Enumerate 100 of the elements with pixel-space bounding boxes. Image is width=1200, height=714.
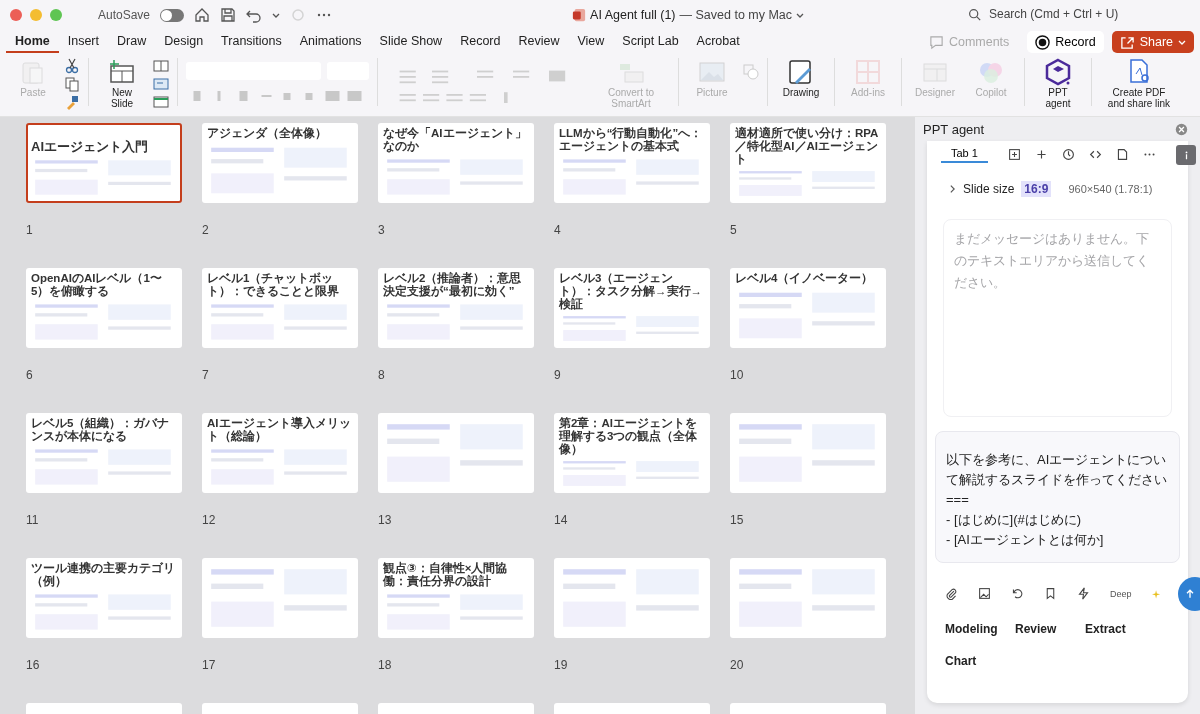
reset-icon[interactable] [1011, 587, 1024, 600]
slide-thumbnail[interactable]: レベル2（推論者）：意思決定支援が“最初に効く” [378, 268, 534, 348]
slide-thumbnail[interactable]: AIエージェント入門 [26, 123, 182, 203]
save-icon[interactable] [220, 7, 237, 23]
slide-title: 観点③：自律性×人間協働：責任分界の設計 [383, 562, 509, 588]
slide-size-label: Slide size [963, 182, 1015, 196]
slide-title: レベル3（エージェント）：タスク分解→実行→検証 [559, 272, 703, 311]
close-window-button[interactable] [10, 9, 22, 21]
slide-title: OpenAIのAIレベル（1〜5）を俯瞰する [31, 272, 163, 298]
save-status[interactable]: — Saved to my Mac [679, 8, 793, 22]
ribbon-tab[interactable]: Home [6, 31, 59, 53]
slide-thumbnail[interactable]: 適材適所で使い分け：RPA／特化型AI／AIエージェント [730, 123, 886, 203]
new-slide-icon [108, 58, 136, 86]
scissors-icon[interactable] [64, 58, 80, 74]
section-icon[interactable] [153, 94, 169, 110]
slide-thumbnail[interactable]: レベル1（チャットボット）：できることと限界 [202, 268, 358, 348]
slide-number: 19 [554, 658, 568, 672]
slide-thumbnail[interactable]: レベル5（組織）：ガバナンスが本体になる [26, 413, 182, 493]
document-title[interactable]: AI Agent full (1) [590, 8, 676, 22]
copy-icon[interactable] [64, 76, 80, 92]
ribbon-tab[interactable]: View [568, 31, 614, 53]
slide-thumbnail[interactable]: レベル4（イノベーター） [730, 268, 886, 348]
slide-thumbnail[interactable]: ツール連携の主要カテゴリ（例） [26, 558, 182, 638]
document-icon[interactable] [1115, 147, 1129, 161]
ribbon-tab[interactable]: Transitions [212, 31, 291, 53]
share-button[interactable]: Share [1111, 31, 1194, 53]
slide-number: 15 [730, 513, 744, 527]
record-button[interactable]: Record [1027, 31, 1104, 53]
slide-title: AIエージェント導入メリット（総論） [207, 417, 352, 443]
slide-thumbnail[interactable]: アジェンダ（全体像） [202, 123, 358, 203]
add-frame-icon[interactable] [1007, 147, 1021, 161]
chevron-icon[interactable] [949, 184, 956, 194]
slide-number: 12 [202, 513, 216, 527]
add-ins-icon [854, 58, 882, 86]
ribbon-tab[interactable]: Acrobat [687, 31, 749, 53]
slide-thumbnail[interactable]: 第2章：AIエージェントを理解する3つの観点（全体像） [554, 413, 710, 493]
slide-dimensions: 960×540 (1.78:1) [1068, 183, 1153, 195]
autosave-toggle[interactable] [160, 8, 185, 22]
ribbon-tab[interactable]: Insert [58, 31, 108, 53]
slide-number: 13 [378, 513, 392, 527]
plus-icon[interactable] [1034, 147, 1048, 161]
ribbon-tab[interactable]: Draw [108, 31, 156, 53]
drawing-button[interactable]: Drawing [776, 58, 826, 98]
paperclip-icon[interactable] [945, 587, 958, 600]
autosave-label: AutoSave [98, 8, 151, 22]
slide-number: 1 [26, 223, 33, 237]
caret-icon[interactable] [796, 11, 805, 19]
slide-title: AIエージェント入門 [31, 139, 149, 154]
caret-icon [1178, 38, 1186, 46]
record-icon [1035, 34, 1051, 50]
info-icon [1183, 149, 1189, 161]
bookmark-icon[interactable] [1044, 587, 1057, 600]
close-icon[interactable] [1175, 122, 1188, 136]
slide-thumbnail[interactable]: なぜ今「AIエージェント」なのか [378, 123, 534, 203]
slide-title: アジェンダ（全体像） [207, 127, 328, 140]
share-icon [1119, 34, 1135, 50]
caret-icon[interactable] [272, 11, 281, 19]
home-icon[interactable] [194, 7, 211, 23]
slide-number: 5 [730, 223, 737, 237]
ribbon-tab[interactable]: Record [451, 31, 510, 53]
panel-tab[interactable]: Tab 1 [941, 145, 988, 163]
deep-mode-button[interactable]: Deep [1110, 588, 1132, 599]
ribbon-tab[interactable]: Review [509, 31, 569, 53]
slide-number: 20 [730, 658, 744, 672]
slide-title: レベル5（組織）：ガバナンスが本体になる [31, 417, 171, 443]
prompt-field[interactable]: 以下を参考に、AIエージェントについて解説するスライドを作ってください === - [はじめに](#はじめに) - [AIエージェントとは何か] [935, 431, 1180, 563]
quick-action-button[interactable]: Chart [945, 654, 1013, 668]
slide-title: 適材適所で使い分け：RPA／特化型AI／AIエージェント [735, 127, 880, 166]
lightning-icon[interactable] [1077, 587, 1090, 600]
search-field[interactable]: Search (Cmd + Ctrl + U) [968, 6, 1181, 22]
zoom-window-button[interactable] [50, 9, 62, 21]
slide-thumbnail[interactable]: LLMから“行動自動化”へ：エージェントの基本式 [554, 123, 710, 203]
slide-title: レベル2（推論者）：意思決定支援が“最初に効く” [383, 272, 523, 298]
slide-number: 18 [378, 658, 392, 672]
image-icon[interactable] [978, 587, 991, 600]
slide-thumbnail[interactable]: 観点③：自律性×人間協働：責任分界の設計 [378, 558, 534, 638]
history-icon[interactable] [1061, 147, 1075, 161]
slide-number: 2 [202, 223, 209, 237]
slide-number: 14 [554, 513, 568, 527]
pdf-button[interactable]: Create PDF and share link [1100, 58, 1178, 109]
ribbon-tab[interactable]: Design [155, 31, 213, 53]
ribbon-tab[interactable]: Animations [290, 31, 371, 53]
slide-thumbnail[interactable]: AIエージェント導入メリット（総論） [202, 413, 358, 493]
slide-thumbnail[interactable]: OpenAIのAIレベル（1〜5）を俯瞰する [26, 268, 182, 348]
aspect-ratio-badge: 16:9 [1021, 181, 1052, 197]
agent-button[interactable]: PPT agent [1033, 58, 1083, 109]
search-icon [968, 7, 981, 21]
layout-icon[interactable] [153, 58, 169, 74]
info-button[interactable] [1176, 145, 1196, 165]
quick-action-button[interactable]: Extract [1085, 622, 1153, 636]
cube-logo-icon [1044, 58, 1072, 86]
panel-title: PPT agent [923, 121, 985, 137]
ribbon-tab[interactable]: Slide Show [370, 31, 452, 53]
new-slide-button[interactable]: New Slide [97, 58, 147, 109]
slide-title: ツール連携の主要カテゴリ（例） [31, 562, 176, 588]
slide-thumbnail[interactable]: レベル3（エージェント）：タスク分解→実行→検証 [554, 268, 710, 348]
ribbon-tab[interactable]: Script Lab [613, 31, 688, 53]
quick-action-button[interactable]: Review [1015, 622, 1083, 636]
quick-action-button[interactable]: Modeling [945, 622, 1013, 636]
reset-slide-icon[interactable] [153, 76, 169, 92]
